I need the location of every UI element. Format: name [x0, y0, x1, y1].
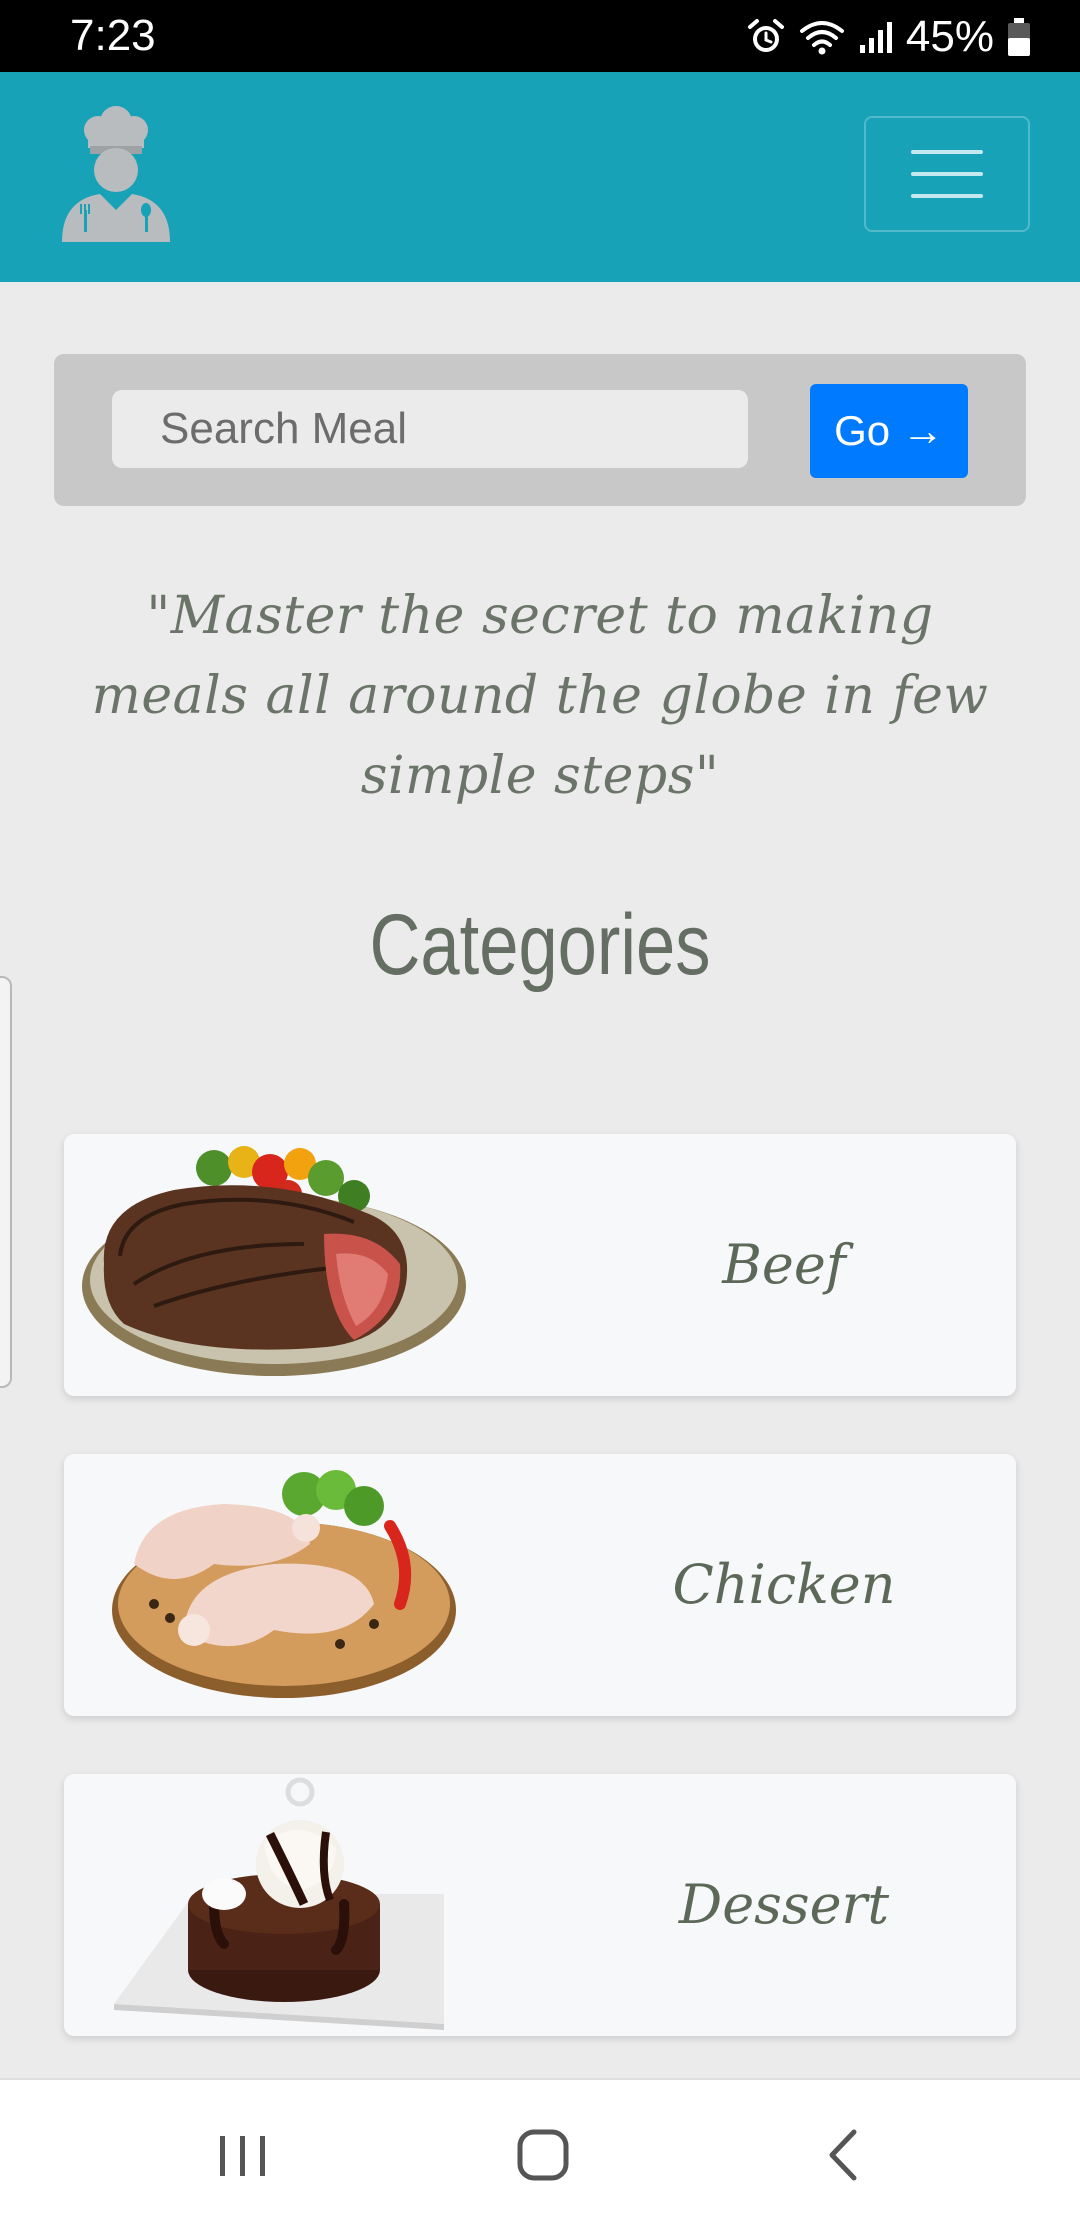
chicken-legs-icon: [112, 1470, 456, 1698]
hamburger-line: [911, 150, 983, 154]
edge-panel-handle[interactable]: [0, 976, 12, 1388]
chef-logo-icon[interactable]: [56, 106, 176, 242]
recent-apps-icon[interactable]: [198, 2110, 288, 2200]
categories-title: Categories: [369, 897, 711, 993]
battery-percentage: 45%: [905, 12, 994, 61]
search-panel: Go →: [54, 354, 1026, 506]
category-card-beef[interactable]: Beef: [64, 1134, 1016, 1396]
go-button[interactable]: Go →: [810, 384, 968, 478]
status-time: 7:23: [70, 11, 156, 60]
category-label: Dessert: [678, 1873, 890, 1936]
hamburger-menu-button[interactable]: [864, 116, 1030, 232]
tagline-quote: "Master the secret to making meals all a…: [91, 586, 989, 806]
category-card-chicken[interactable]: Chicken: [64, 1454, 1016, 1716]
hamburger-line: [911, 194, 983, 198]
chocolate-dessert-icon: [114, 1777, 444, 2030]
battery-icon: [1008, 18, 1030, 56]
signal-icon: [859, 22, 892, 53]
system-navigation-bar: [0, 2078, 1080, 2220]
back-icon[interactable]: [800, 2110, 890, 2200]
app-navbar: [0, 72, 1080, 282]
category-label: Chicken: [672, 1553, 896, 1616]
alarm-icon: [747, 19, 784, 52]
hamburger-line: [911, 172, 983, 176]
home-icon[interactable]: [498, 2110, 588, 2200]
wifi-icon: [799, 21, 844, 55]
status-icons: 45%: [746, 12, 1032, 62]
status-bar: 7:23 45%: [0, 0, 1080, 72]
search-input[interactable]: [112, 390, 748, 468]
category-label: Beef: [722, 1233, 846, 1296]
category-card-dessert[interactable]: Dessert: [64, 1774, 1016, 2036]
beef-steak-icon: [82, 1146, 466, 1376]
